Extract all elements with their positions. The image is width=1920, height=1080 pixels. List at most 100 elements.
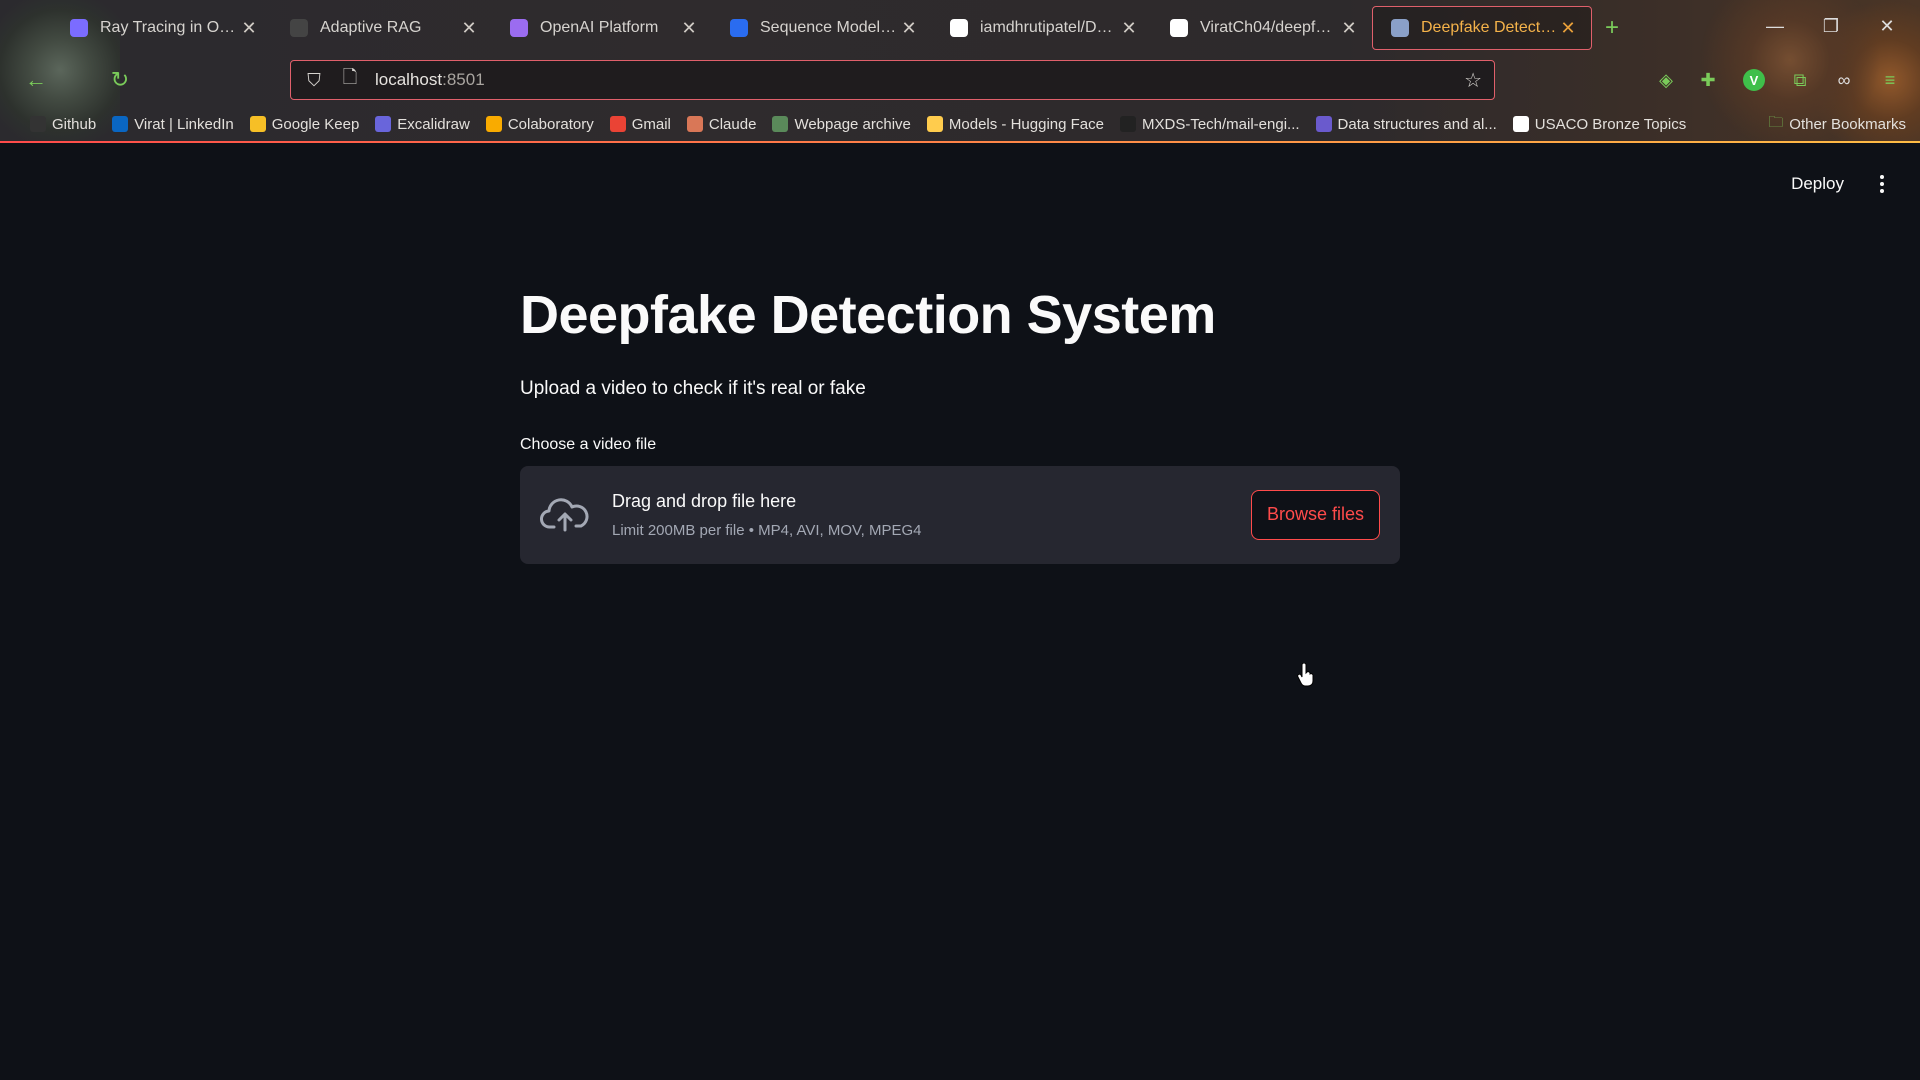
tab-favicon-icon (70, 19, 88, 37)
dropzone-limit: Limit 200MB per file • MP4, AVI, MOV, MP… (612, 521, 922, 539)
bookmark-favicon-icon (1512, 116, 1529, 132)
bookmark-item[interactable]: Gmail (609, 115, 671, 133)
close-icon[interactable]: ✕ (240, 18, 258, 39)
dropzone-text: Drag and drop file here Limit 200MB per … (612, 491, 1251, 539)
address-bar[interactable]: ⛉ 🗋 localhost:8501 ☆ (290, 60, 1495, 100)
bookmark-label: Virat | LinkedIn (134, 115, 234, 133)
bookmark-label: Gmail (631, 115, 671, 133)
reload-icon[interactable]: ↻ (102, 62, 138, 98)
browser-tab[interactable]: Deepfake Detection ✕ (1372, 6, 1592, 50)
restore-icon[interactable]: ❐ (1808, 8, 1854, 44)
file-dropzone[interactable]: Drag and drop file here Limit 200MB per … (520, 465, 1400, 564)
bookmark-item[interactable]: MXDS-Tech/mail-engi... (1119, 115, 1300, 133)
browser-chrome: Ray Tracing in One We✕Adaptive RAG✕OpenA… (0, 0, 1920, 143)
menu-icon[interactable]: ≡ (1874, 64, 1906, 96)
bookmark-label: MXDS-Tech/mail-engi... (1141, 115, 1300, 133)
browse-files-button[interactable]: Browse files (1250, 489, 1380, 540)
other-bookmarks-label: Other Bookmarks (1789, 115, 1906, 133)
tab-title: Ray Tracing in One We (100, 19, 240, 36)
bookmark-favicon-icon (249, 116, 266, 132)
bookmark-item[interactable]: USACO Bronze Topics (1512, 115, 1687, 133)
browser-tab[interactable]: Adaptive RAG ✕ (272, 6, 492, 50)
tab-favicon-icon (510, 19, 528, 37)
star-icon[interactable]: ☆ (1464, 68, 1482, 93)
extension-icon[interactable]: ◈ (1650, 64, 1682, 96)
tab-favicon-icon (1391, 19, 1409, 37)
app-body: Deploy Deepfake Detection System Upload … (0, 143, 1920, 1080)
extension-icon[interactable]: ✚ (1692, 64, 1724, 96)
new-tab-button[interactable]: + (1592, 6, 1632, 50)
tab-title: OpenAI Platform (540, 19, 659, 36)
other-bookmarks[interactable]: 🗀 Other Bookmarks (1768, 110, 1906, 138)
bookmarks-bar: Github Virat | LinkedIn Google Keep Excalid… (30, 110, 1686, 138)
tab-favicon-icon (730, 19, 748, 37)
back-icon[interactable]: ← (18, 62, 54, 98)
file-uploader-label: Choose a video file (520, 435, 657, 453)
bookmark-label: Colaboratory (507, 115, 594, 133)
browser-tab[interactable]: ViratCh04/deepfake-d ✕ (1152, 6, 1372, 50)
bookmark-item[interactable]: Claude (686, 115, 757, 133)
bookmark-label: Models - Hugging Face (948, 115, 1104, 133)
glasses-icon[interactable]: ∞ (1828, 64, 1860, 96)
bookmark-favicon-icon (686, 116, 703, 132)
tab-favicon-icon (1170, 19, 1188, 37)
puzzle-icon[interactable]: ⧉ (1784, 64, 1816, 96)
bookmark-favicon-icon (375, 116, 392, 132)
url-text[interactable]: localhost:8501 (375, 70, 1464, 90)
bookmark-label: Google Keep (271, 115, 360, 133)
close-icon[interactable]: ✕ (460, 18, 478, 39)
close-window-icon[interactable]: ✕ (1864, 8, 1910, 44)
bookmark-label: Data structures and al... (1337, 115, 1497, 133)
bookmark-item[interactable]: Data structures and al... (1315, 115, 1497, 133)
folder-icon: 🗀 (1768, 113, 1784, 131)
bookmark-label: Github (52, 115, 97, 133)
window-controls: — ❐ ✕ (1752, 8, 1910, 44)
tab-title: ViratCh04/deepfake-d (1200, 19, 1340, 36)
close-icon[interactable]: ✕ (680, 18, 698, 39)
close-icon[interactable]: ✕ (1340, 18, 1358, 39)
shield-icon[interactable]: ⛉ (303, 70, 325, 91)
page-icon: 🗋 (342, 67, 358, 87)
bookmark-favicon-icon (609, 116, 626, 132)
tab-title: Sequence Models - Na (760, 19, 900, 36)
close-icon[interactable]: ✕ (1559, 18, 1577, 39)
bookmark-label: Excalidraw (397, 115, 470, 133)
bookmark-item[interactable]: Webpage archive (772, 115, 911, 133)
bookmark-item[interactable]: Github (30, 116, 96, 133)
bookmark-label: USACO Bronze Topics (1534, 115, 1687, 133)
hand-cursor-icon (1297, 663, 1314, 687)
page-subtitle: Upload a video to check if it's real or … (520, 377, 866, 399)
bookmark-item[interactable]: Models - Hugging Face (926, 115, 1104, 133)
page-title: Deepfake Detection System (520, 285, 1216, 345)
browser-tab[interactable]: Ray Tracing in One We✕ (52, 6, 272, 50)
bookmark-favicon-icon (30, 116, 46, 132)
close-icon[interactable]: ✕ (900, 18, 918, 39)
tab-title: iamdhrutipatel/Deep (980, 19, 1120, 36)
browser-tab[interactable]: iamdhrutipatel/Deep ✕ (932, 6, 1152, 50)
browser-tab[interactable]: Sequence Models - Na✕ (712, 6, 932, 50)
minimize-icon[interactable]: — (1752, 8, 1798, 44)
avatar[interactable]: V (1738, 64, 1770, 96)
app-header: Deploy (1791, 173, 1892, 195)
bookmark-item[interactable]: Excalidraw (375, 116, 470, 133)
cloud-upload-icon (540, 498, 589, 532)
deploy-button[interactable]: Deploy (1791, 174, 1844, 194)
bookmark-item[interactable]: Google Keep (249, 115, 360, 133)
dropzone-title: Drag and drop file here (612, 490, 797, 511)
browser-tab[interactable]: OpenAI Platform ✕ (492, 6, 712, 50)
bookmark-favicon-icon (112, 116, 129, 132)
tab-title: Adaptive RAG (320, 19, 422, 36)
main-content: Deepfake Detection System Upload a video… (520, 283, 1400, 564)
tab-favicon-icon (290, 19, 308, 37)
bookmark-favicon-icon (926, 116, 943, 132)
close-icon[interactable]: ✕ (1120, 18, 1138, 39)
bookmark-favicon-icon (1315, 116, 1332, 132)
kebab-menu-icon[interactable] (1872, 173, 1892, 195)
tab-favicon-icon (950, 19, 968, 37)
bookmark-item[interactable]: Colaboratory (485, 115, 594, 133)
bookmark-label: Claude (708, 115, 757, 133)
bookmark-item[interactable]: Virat | LinkedIn (112, 116, 234, 133)
tab-title: Deepfake Detection (1421, 19, 1559, 36)
bookmark-favicon-icon (1119, 116, 1136, 132)
bookmark-label: Webpage archive (794, 115, 911, 133)
